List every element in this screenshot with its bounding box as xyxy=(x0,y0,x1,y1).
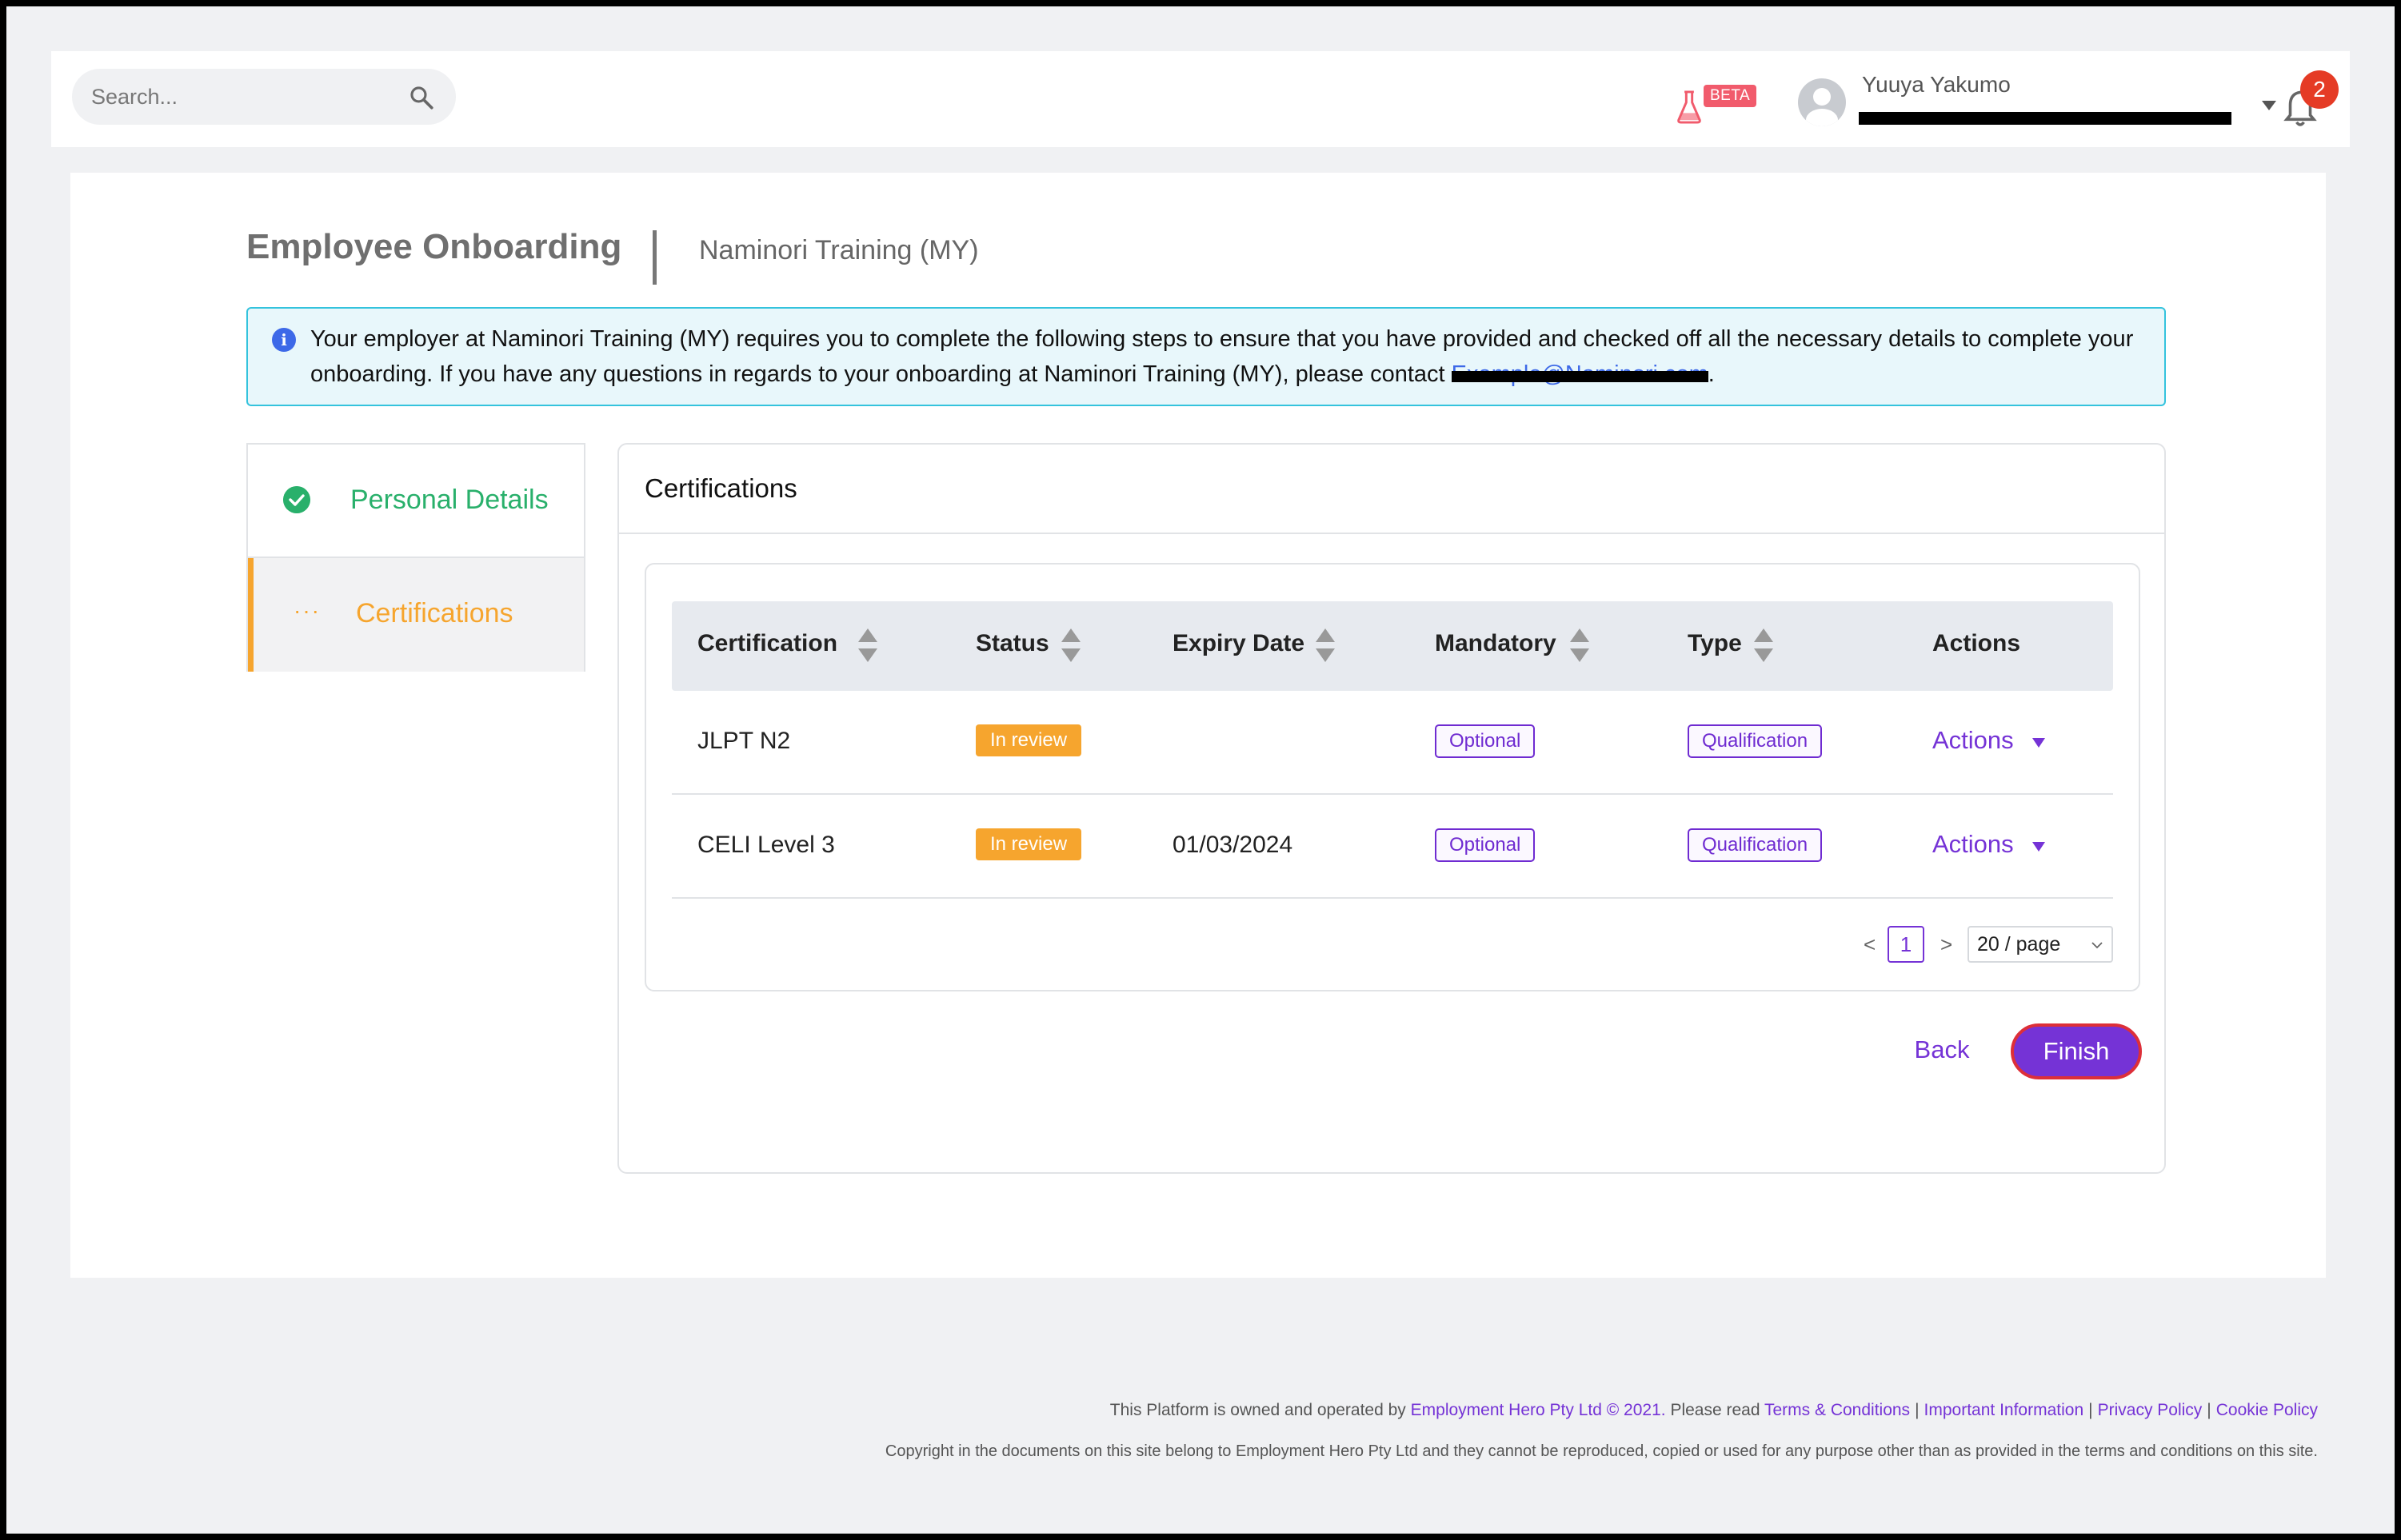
pagination-prev-button[interactable]: < xyxy=(1864,932,1876,957)
sort-icon[interactable] xyxy=(1569,627,1590,664)
column-header-mandatory[interactable]: Mandatory xyxy=(1435,630,1556,657)
status-badge: In review xyxy=(976,828,1082,860)
check-circle-icon xyxy=(283,486,310,513)
user-menu[interactable]: Yuuya Yakumo xyxy=(1798,67,2294,131)
notification-count-badge[interactable]: 2 xyxy=(2300,70,2339,109)
footer-separator: | xyxy=(2207,1401,2211,1419)
avatar-icon xyxy=(1798,78,1846,126)
search-box[interactable] xyxy=(72,69,456,125)
sort-icon[interactable] xyxy=(1061,627,1081,664)
ellipsis-icon: ··· xyxy=(294,598,321,623)
caret-down-icon[interactable] xyxy=(2031,841,2046,852)
mandatory-tag: Optional xyxy=(1435,724,1536,758)
pagination-next-button[interactable]: > xyxy=(1940,932,1952,957)
top-bar: BETA Yuuya Yakumo 2 xyxy=(51,51,2350,147)
page-size-select[interactable]: 20 / page xyxy=(1968,926,2113,963)
flask-icon xyxy=(1677,90,1701,124)
company-link[interactable]: Employment Hero Pty Ltd © 2021. xyxy=(1411,1401,1666,1419)
search-input[interactable] xyxy=(91,69,395,125)
sort-icon[interactable] xyxy=(1753,627,1774,664)
actions-dropdown[interactable]: Actions xyxy=(1932,726,2014,755)
beta-features-button[interactable]: BETA xyxy=(1675,82,1757,124)
chevron-down-icon xyxy=(2091,942,2103,949)
footer-separator: | xyxy=(2088,1401,2093,1419)
email-redaction xyxy=(1451,371,1708,382)
type-tag: Qualification xyxy=(1688,724,1823,758)
onboarding-steps: Personal Details ··· Certifications xyxy=(246,443,585,672)
column-header-type[interactable]: Type xyxy=(1688,630,1742,657)
certifications-table: Certification Status Expiry Date Mandato… xyxy=(645,563,2140,991)
cookie-policy-link[interactable]: Cookie Policy xyxy=(2216,1401,2318,1419)
info-banner-text: Your employer at Naminori Training (MY) … xyxy=(310,321,2150,392)
caret-down-icon[interactable] xyxy=(2031,737,2046,748)
footer-please-read: Please read xyxy=(1665,1401,1764,1419)
contact-email-link[interactable]: Example@Naminori.com xyxy=(1451,357,1708,392)
table-row: CELI Level 3 In review 01/03/2024 Option… xyxy=(672,795,2113,899)
column-header-expiry-date[interactable]: Expiry Date xyxy=(1173,630,1304,657)
certifications-panel: Certifications Certification Status Expi… xyxy=(617,443,2166,1174)
back-button[interactable]: Back xyxy=(1894,1022,1990,1078)
cell-expiry-date: 01/03/2024 xyxy=(1173,832,1293,858)
info-banner-end: . xyxy=(1708,361,1715,387)
actions-dropdown[interactable]: Actions xyxy=(1932,830,2014,859)
table-header: Certification Status Expiry Date Mandato… xyxy=(672,601,2113,691)
search-icon[interactable] xyxy=(408,84,435,111)
column-header-certification[interactable]: Certification xyxy=(697,630,837,657)
panel-title: Certifications xyxy=(645,473,797,503)
info-banner: i Your employer at Naminori Training (MY… xyxy=(246,307,2166,406)
column-header-status[interactable]: Status xyxy=(976,630,1049,657)
privacy-policy-link[interactable]: Privacy Policy xyxy=(2098,1401,2203,1419)
footer-prefix: This Platform is owned and operated by xyxy=(1109,1401,1411,1419)
important-information-link[interactable]: Important Information xyxy=(1924,1401,2084,1419)
finish-button[interactable]: Finish xyxy=(2011,1023,2142,1079)
pagination-page-1[interactable]: 1 xyxy=(1888,926,1924,963)
footer-ownership: This Platform is owned and operated by E… xyxy=(1110,1401,2318,1420)
organization-name: Naminori Training (MY) xyxy=(699,235,979,265)
mandatory-tag: Optional xyxy=(1435,828,1536,862)
step-personal-details[interactable]: Personal Details xyxy=(248,445,584,558)
page-size-value: 20 / page xyxy=(1977,933,2061,956)
footer-copyright: Copyright in the documents on this site … xyxy=(885,1442,2318,1460)
cell-certification: CELI Level 3 xyxy=(697,832,835,858)
step-certifications[interactable]: ··· Certifications xyxy=(248,558,584,672)
footer-separator: | xyxy=(1915,1401,1920,1419)
sort-icon[interactable] xyxy=(1315,627,1336,664)
table-row: JLPT N2 In review Optional Qualification… xyxy=(672,691,2113,795)
main-content: Employee Onboarding Naminori Training (M… xyxy=(70,173,2326,1278)
info-icon: i xyxy=(272,328,296,352)
beta-badge: BETA xyxy=(1704,85,1757,107)
title-divider xyxy=(653,230,657,285)
user-name: Yuuya Yakumo xyxy=(1862,72,2011,97)
type-tag: Qualification xyxy=(1688,828,1823,862)
panel-divider xyxy=(619,533,2164,534)
column-header-actions: Actions xyxy=(1932,630,2021,656)
caret-down-icon[interactable] xyxy=(2260,99,2278,112)
page-title: Employee Onboarding xyxy=(246,227,622,266)
app-frame: BETA Yuuya Yakumo 2 Employee Onboarding … xyxy=(6,6,2395,1534)
cell-certification: JLPT N2 xyxy=(697,728,791,754)
terms-link[interactable]: Terms & Conditions xyxy=(1764,1401,1910,1419)
step-label: Personal Details xyxy=(350,485,549,515)
step-label: Certifications xyxy=(356,598,513,628)
sort-icon[interactable] xyxy=(857,627,878,664)
info-banner-message: Your employer at Naminori Training (MY) … xyxy=(310,326,2134,387)
status-badge: In review xyxy=(976,724,1082,756)
user-email-redacted xyxy=(1859,112,2231,125)
